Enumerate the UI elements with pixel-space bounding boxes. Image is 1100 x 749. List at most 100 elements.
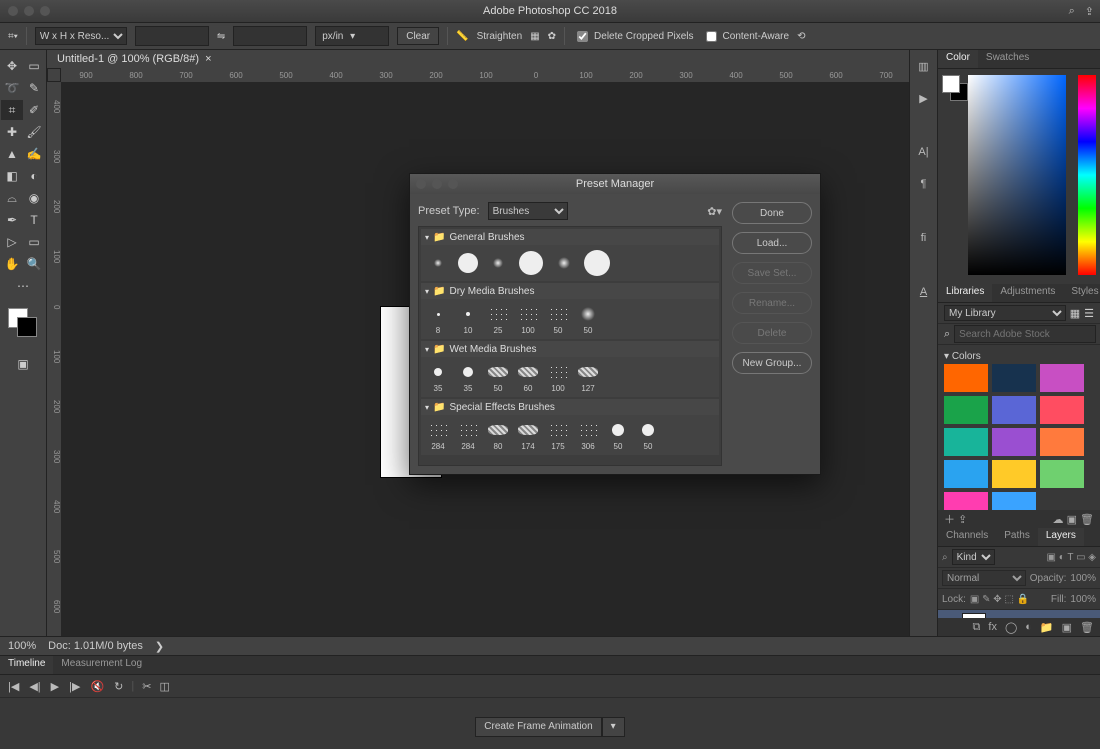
zoom-level[interactable]: 100%	[8, 640, 36, 652]
list-view-icon[interactable]: ☰	[1084, 307, 1094, 320]
share-icon[interactable]: ⇪	[1085, 5, 1094, 18]
fx-icon[interactable]: fx	[988, 621, 997, 633]
new-layer-icon[interactable]: ▣	[1062, 621, 1072, 634]
preset-type-select[interactable]: Brushes	[488, 202, 568, 220]
gear-icon[interactable]: ✿	[548, 31, 556, 42]
document-tab[interactable]: Untitled-1 @ 100% (RGB/8#) ×	[47, 50, 909, 69]
brush-preset[interactable]: 50	[487, 361, 509, 393]
brush-preset[interactable]: 60	[517, 361, 539, 393]
brush-preset[interactable]	[457, 252, 479, 274]
brush-preset[interactable]: 284	[427, 419, 449, 451]
hue-slider[interactable]	[1078, 75, 1096, 275]
character-icon[interactable]: A|	[914, 142, 934, 162]
mute-icon[interactable]: 🔇	[90, 680, 104, 693]
delete-button[interactable]: Delete	[732, 322, 812, 344]
tab-styles[interactable]: Styles	[1063, 284, 1100, 302]
new-group-button[interactable]: New Group...	[732, 352, 812, 374]
opacity-value[interactable]: 100%	[1070, 573, 1096, 584]
color-field[interactable]	[968, 75, 1066, 275]
swatch[interactable]	[1040, 364, 1084, 392]
folder-icon[interactable]: 📁	[1040, 621, 1054, 634]
loop-icon[interactable]: ↻	[114, 680, 123, 693]
tab-measurement[interactable]: Measurement Log	[53, 656, 150, 674]
quickselect-tool[interactable]: ✎	[23, 78, 45, 98]
clear-button[interactable]: Clear	[397, 27, 439, 45]
library-select[interactable]: My Library	[944, 305, 1066, 321]
brush-preset[interactable]: 50	[577, 303, 599, 335]
link-icon[interactable]: ⧉	[973, 621, 981, 634]
swap-icon[interactable]: ⇋	[217, 31, 225, 42]
layer-item[interactable]: 👁 Background 🔒	[938, 610, 1100, 618]
brush-preset[interactable]: 50	[547, 303, 569, 335]
swatch[interactable]	[1040, 428, 1084, 456]
zoom-tool[interactable]: 🔍	[23, 254, 45, 274]
brush-preset[interactable]: 284	[457, 419, 479, 451]
brush-preset[interactable]: 10	[457, 303, 479, 335]
adjust-icon[interactable]: ◐	[1025, 621, 1032, 633]
load-button[interactable]: Load...	[732, 232, 812, 254]
history-brush-tool[interactable]: ✍	[23, 144, 45, 164]
blend-mode-select[interactable]: Normal	[942, 570, 1026, 586]
delete-cropped-checkbox[interactable]: Delete Cropped Pixels	[573, 28, 694, 45]
tab-channels[interactable]: Channels	[938, 528, 996, 546]
screenmode-icon[interactable]: ▣	[12, 354, 34, 374]
styles-a-icon[interactable]: A	[914, 282, 934, 302]
paragraph-icon[interactable]: ¶	[914, 174, 934, 194]
stamp-tool[interactable]: ▲	[1, 144, 23, 164]
blur-tool[interactable]: ⌓	[1, 188, 23, 208]
swatch[interactable]	[944, 460, 988, 488]
swatch[interactable]	[944, 428, 988, 456]
tab-adjustments[interactable]: Adjustments	[992, 284, 1063, 302]
chevron-right-icon[interactable]: ❯	[155, 640, 164, 653]
tab-color[interactable]: Color	[938, 50, 978, 68]
path-tool[interactable]: ▷	[1, 232, 23, 252]
brush-preset[interactable]: 8	[427, 303, 449, 335]
create-frame-animation-menu[interactable]: ▾	[602, 717, 625, 737]
layer-kind-select[interactable]: Kind	[952, 549, 995, 565]
glyphs-icon[interactable]: fi	[914, 228, 934, 248]
tab-libraries[interactable]: Libraries	[938, 284, 992, 302]
dialog-gear-icon[interactable]: ✿▾	[707, 205, 722, 218]
tab-paths[interactable]: Paths	[996, 528, 1038, 546]
swatch[interactable]	[992, 364, 1036, 392]
brush-preset[interactable]: 100	[517, 303, 539, 335]
crop-tool-icon[interactable]: ⌗▾	[8, 31, 18, 42]
swatch[interactable]	[944, 492, 988, 510]
history-icon[interactable]: ▥	[914, 56, 934, 76]
swatch[interactable]	[944, 364, 988, 392]
first-frame-icon[interactable]: |◀	[8, 680, 19, 693]
brush-preset[interactable]	[583, 249, 611, 277]
swatch[interactable]	[944, 396, 988, 424]
brush-preset[interactable]: 50	[637, 419, 659, 451]
plus-icon[interactable]: ▣	[1067, 514, 1077, 526]
type-tool[interactable]: T	[23, 210, 45, 230]
more-tools[interactable]: ⋯	[12, 276, 34, 296]
dodge-tool[interactable]: ◉	[23, 188, 45, 208]
prev-frame-icon[interactable]: ◀|	[29, 680, 40, 693]
preset-groups[interactable]: ▾📁 General Brushes▾📁 Dry Media Brushes81…	[418, 226, 722, 466]
grid-view-icon[interactable]: ▦	[1070, 307, 1080, 320]
tab-layers[interactable]: Layers	[1038, 528, 1084, 546]
brush-preset[interactable]	[517, 249, 545, 277]
gradient-tool[interactable]: ◐	[23, 166, 45, 186]
straighten-icon[interactable]: 📏	[456, 31, 468, 42]
shape-tool[interactable]: ▭	[23, 232, 45, 252]
reset-icon[interactable]: ⟲	[797, 31, 805, 42]
brush-preset[interactable]: 100	[547, 361, 569, 393]
swatch[interactable]	[992, 428, 1036, 456]
save-set-button[interactable]: Save Set...	[732, 262, 812, 284]
brush-group-header[interactable]: ▾📁 Wet Media Brushes	[421, 341, 719, 357]
play-icon[interactable]: ▶	[51, 680, 59, 693]
brush-preset[interactable]	[427, 252, 449, 274]
sync-icon[interactable]: ☁	[1053, 514, 1064, 526]
swatch[interactable]	[992, 396, 1036, 424]
overlay-icon[interactable]: ▦	[530, 31, 539, 42]
content-aware-checkbox[interactable]: Content-Aware	[702, 28, 790, 45]
crop-tool[interactable]: ⌗	[1, 100, 23, 120]
swatch[interactable]	[1040, 396, 1084, 424]
scissors-icon[interactable]: ✂	[142, 680, 151, 693]
transition-icon[interactable]: ◫	[159, 680, 169, 693]
pen-tool[interactable]: ✒	[1, 210, 23, 230]
brush-preset[interactable]: 306	[577, 419, 599, 451]
swatch[interactable]	[992, 460, 1036, 488]
